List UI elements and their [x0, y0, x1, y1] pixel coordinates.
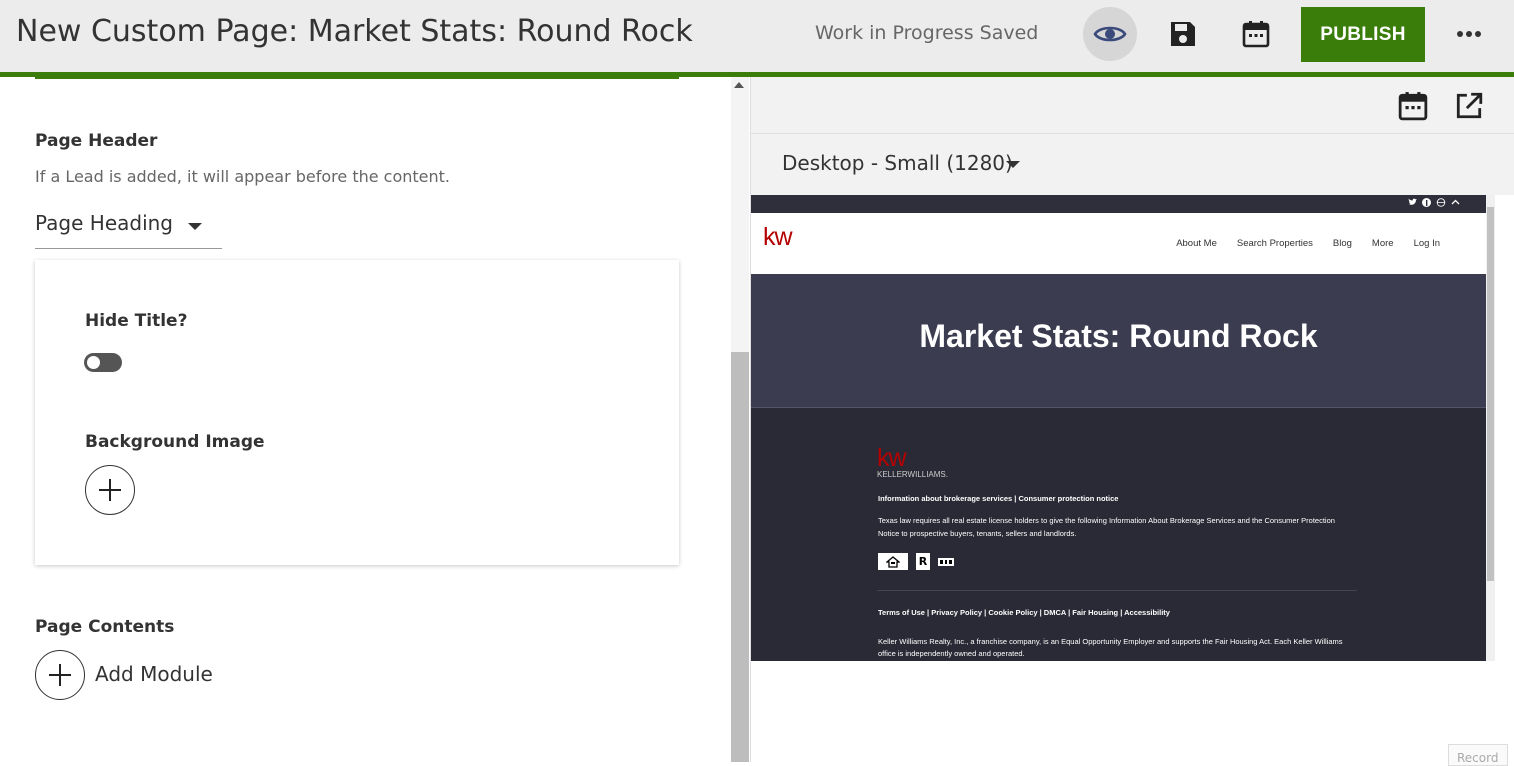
- add-background-image-button[interactable]: [85, 465, 135, 515]
- scroll-up-arrow-icon[interactable]: [734, 82, 744, 88]
- external-link-icon: [1456, 92, 1483, 119]
- page-contents-title: Page Contents: [35, 617, 175, 637]
- chevron-down-icon: [188, 223, 202, 230]
- toggle-knob: [87, 356, 100, 369]
- preview-footer-logo: kw: [877, 444, 907, 472]
- preview-footer-legal-links: Terms of Use | Privacy Policy | Cookie P…: [878, 608, 1170, 617]
- equal-housing-icon: [878, 553, 908, 570]
- save-status: Work in Progress Saved: [815, 22, 1039, 44]
- floppy-disk-icon: [1171, 22, 1195, 46]
- preview-footer-divider: [877, 590, 1357, 591]
- background-image-label: Background Image: [85, 432, 265, 452]
- preview-scrollbar-thumb[interactable]: [1487, 207, 1494, 581]
- page-header-description: If a Lead is added, it will appear befor…: [35, 167, 451, 186]
- facebook-icon: [1422, 198, 1432, 207]
- globe-icon: [1436, 198, 1446, 207]
- chevron-up-icon: [1451, 199, 1460, 205]
- page-header-title: Page Header: [35, 131, 158, 151]
- preview-hero: Market Stats: Round Rock: [751, 274, 1486, 408]
- device-size-select[interactable]: Desktop - Small (1280): [782, 151, 1013, 175]
- preview-nav-links: About Me Search Properties Blog More Log…: [1176, 238, 1440, 249]
- plus-icon: [49, 664, 71, 686]
- publish-button[interactable]: PUBLISH: [1301, 7, 1425, 62]
- site-preview: kw About Me Search Properties Blog More …: [751, 195, 1486, 661]
- twitter-icon: [1409, 198, 1418, 205]
- more-options-button[interactable]: [1442, 7, 1496, 61]
- open-in-new-tab-button[interactable]: [1454, 91, 1484, 125]
- preview-button[interactable]: [1083, 7, 1137, 61]
- preview-nav-link: Log In: [1413, 238, 1440, 249]
- schedule-button[interactable]: [1229, 7, 1283, 61]
- save-button[interactable]: [1156, 7, 1210, 61]
- preview-nav-link: More: [1371, 238, 1394, 249]
- preview-footer-notice: Notice to prospective buyers, tenants, s…: [878, 529, 1077, 538]
- preview-footer-brand: KELLERWILLIAMS.: [877, 470, 948, 479]
- page-header-type-value: Page Heading: [35, 211, 173, 235]
- preview-hero-title: Market Stats: Round Rock: [919, 318, 1318, 354]
- mls-icon: [938, 553, 954, 570]
- preview-footer-badges: R: [878, 553, 954, 570]
- preview-footer-info-links: Information about brokerage services | C…: [878, 494, 1119, 503]
- preview-footer-disclaimer: Keller Williams Realty, Inc., a franchis…: [878, 637, 1343, 646]
- add-module-button[interactable]: [35, 650, 85, 700]
- section-accent-line: [35, 77, 679, 79]
- preview-kw-logo: kw: [763, 223, 793, 251]
- calendar-icon: [1242, 21, 1270, 48]
- page-heading-settings-card: [35, 260, 679, 565]
- preview-social-icons: [1408, 198, 1460, 210]
- page-title: New Custom Page: Market Stats: Round Roc…: [16, 14, 693, 49]
- editor-scrollbar-thumb[interactable]: [731, 352, 749, 762]
- preview-utility-bar: [751, 195, 1486, 213]
- preview-footer-notice: Texas law requires all real estate licen…: [878, 516, 1335, 525]
- eye-icon: [1093, 26, 1127, 42]
- preview-nav-link: Blog: [1332, 238, 1352, 249]
- plus-icon: [99, 479, 121, 501]
- preview-nav-link: About Me: [1176, 238, 1217, 249]
- hide-title-label: Hide Title?: [85, 311, 188, 331]
- add-module-label[interactable]: Add Module: [95, 662, 213, 686]
- hide-title-toggle[interactable]: [84, 353, 122, 372]
- preview-footer-disclaimer: office is independently owned and operat…: [878, 649, 1025, 658]
- realtor-icon: R: [916, 553, 930, 570]
- chevron-down-icon[interactable]: [1006, 161, 1020, 168]
- calendar-icon: [1398, 92, 1428, 121]
- record-button[interactable]: Record: [1448, 744, 1508, 766]
- preview-navbar: kw About Me Search Properties Blog More …: [751, 213, 1486, 274]
- page-header-type-select[interactable]: Page Heading: [35, 203, 222, 249]
- preview-nav-link: Search Properties: [1236, 238, 1313, 249]
- preview-footer: kw KELLERWILLIAMS. Information about bro…: [751, 408, 1486, 661]
- more-horizontal-icon: [1457, 31, 1481, 37]
- preview-schedule-button[interactable]: [1398, 91, 1428, 125]
